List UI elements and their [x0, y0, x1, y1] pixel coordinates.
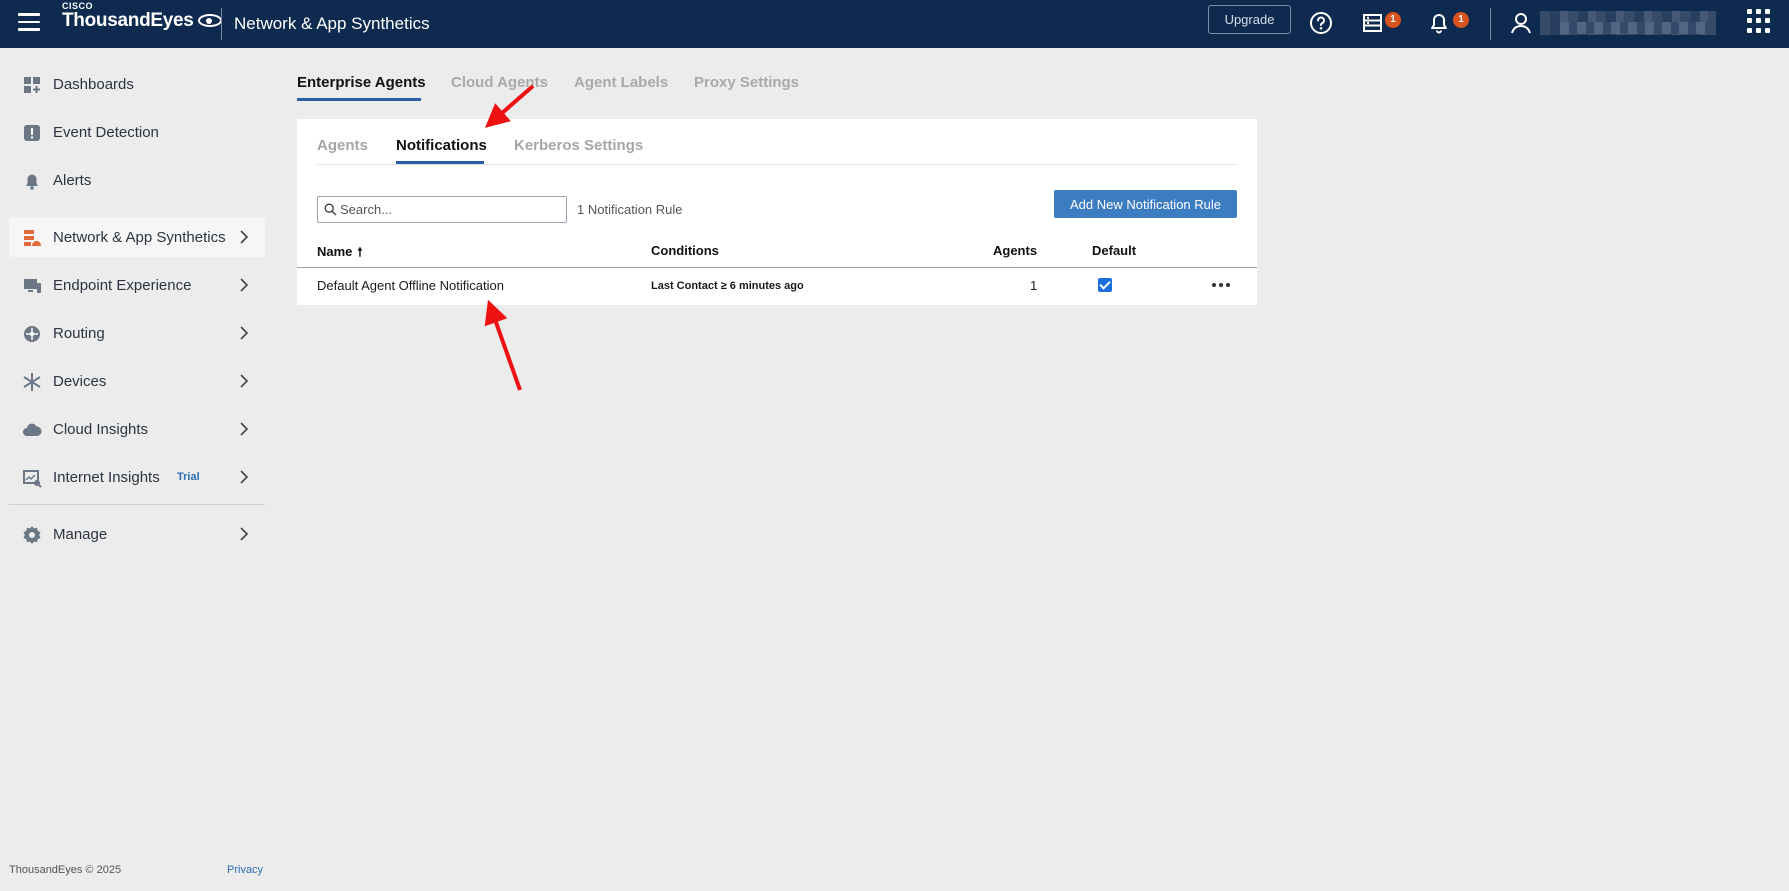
chevron-right-icon [240, 527, 249, 541]
apps-grid-icon[interactable] [1747, 9, 1771, 33]
sidebar-item-label: Endpoint Experience [53, 277, 192, 294]
help-icon[interactable] [1308, 10, 1334, 36]
column-header-name[interactable]: Name 🠕 [317, 243, 363, 264]
chevron-right-icon [240, 326, 249, 340]
more-options-icon[interactable] [1212, 283, 1232, 289]
sidebar-item-label: Devices [53, 373, 107, 390]
header-divider [221, 8, 222, 40]
logo-text: ThousandEyes [62, 10, 194, 31]
sidebar-item-event-detection[interactable]: Event Detection [9, 112, 265, 152]
eye-logo-icon [197, 14, 222, 27]
tab-agent-labels[interactable]: Agent Labels [574, 74, 668, 91]
gear-icon [23, 526, 41, 544]
notifications-panel: Agents Notifications Kerberos Settings 1… [297, 119, 1257, 305]
trial-badge: Trial [177, 471, 200, 483]
sidebar-item-internet-insights[interactable]: Internet Insights Trial [9, 457, 265, 497]
search-field[interactable] [317, 196, 567, 223]
table-header-divider [297, 267, 1257, 268]
sidebar-item-label: Event Detection [53, 124, 159, 141]
subtab-kerberos-settings[interactable]: Kerberos Settings [514, 137, 643, 154]
internet-insights-icon [23, 470, 42, 488]
chevron-right-icon [240, 422, 249, 436]
column-header-name-label: Name [317, 244, 353, 259]
column-header-agents[interactable]: Agents [993, 243, 1037, 258]
top-bar: CISCO ThousandEyes Network & App Synthet… [0, 0, 1789, 48]
sidebar-item-devices[interactable]: Devices [9, 361, 265, 401]
network-synthetics-icon [24, 230, 41, 246]
search-icon [324, 203, 337, 216]
sidebar-item-label: Manage [53, 526, 108, 543]
tab-cloud-agents[interactable]: Cloud Agents [451, 74, 548, 91]
tests-count-badge: 1 [1385, 12, 1401, 28]
sidebar-item-label: Cloud Insights [53, 421, 149, 438]
subtab-agents[interactable]: Agents [317, 137, 368, 154]
upgrade-button[interactable]: Upgrade [1208, 5, 1291, 34]
rule-count: 1 Notification Rule [577, 202, 683, 217]
routing-icon [24, 326, 40, 342]
sidebar-item-alerts[interactable]: Alerts [9, 160, 265, 200]
tab-enterprise-agents[interactable]: Enterprise Agents [297, 74, 426, 91]
sidebar-item-manage[interactable]: Manage [9, 514, 265, 554]
column-header-default[interactable]: Default [1092, 243, 1136, 258]
chevron-right-icon [240, 230, 249, 244]
row-conditions: Last Contact ≥ 6 minutes ago [651, 280, 804, 292]
user-org-redacted [1560, 22, 1710, 34]
chevron-right-icon [240, 278, 249, 292]
sidebar-divider [9, 504, 265, 505]
annotation-arrow-rule [484, 299, 522, 391]
event-detection-icon [24, 125, 40, 141]
user-icon[interactable] [1508, 10, 1534, 36]
header-divider-2 [1490, 8, 1491, 40]
search-input[interactable] [340, 199, 562, 220]
chevron-right-icon [240, 374, 249, 388]
cloud-icon [23, 423, 42, 436]
dashboards-icon [24, 77, 40, 93]
row-agents-count: 1 [1030, 278, 1038, 293]
alerts-bell-icon[interactable] [1426, 10, 1452, 36]
active-tab-indicator [297, 98, 421, 101]
alerts-count-badge: 1 [1453, 12, 1469, 28]
tab-proxy-settings[interactable]: Proxy Settings [694, 74, 799, 91]
sidebar-item-dashboards[interactable]: Dashboards [9, 64, 265, 104]
footer-copyright: ThousandEyes © 2025 [9, 864, 122, 876]
annotation-arrow-notifications [484, 84, 535, 128]
privacy-link[interactable]: Privacy [227, 864, 263, 876]
sidebar-item-network-app-synthetics[interactable]: Network & App Synthetics [9, 217, 265, 257]
default-checkbox[interactable] [1098, 278, 1112, 292]
add-notification-rule-button[interactable]: Add New Notification Rule [1054, 190, 1237, 218]
sidebar-item-label: Internet Insights [53, 469, 160, 486]
sidebar-item-cloud-insights[interactable]: Cloud Insights [9, 409, 265, 449]
subtabs-divider [317, 164, 1237, 165]
bell-icon [26, 174, 38, 190]
column-header-conditions[interactable]: Conditions [651, 243, 719, 258]
row-name[interactable]: Default Agent Offline Notification [317, 278, 504, 293]
sidebar-item-label: Routing [53, 325, 105, 342]
sidebar: Dashboards Event Detection Alerts Networ… [0, 48, 272, 891]
sidebar-item-label: Network & App Synthetics [53, 229, 226, 246]
logo[interactable]: CISCO ThousandEyes [62, 2, 222, 30]
tests-icon[interactable] [1361, 10, 1387, 36]
endpoint-icon [24, 279, 41, 293]
sidebar-item-routing[interactable]: Routing [9, 313, 265, 353]
sidebar-item-label: Alerts [53, 172, 92, 189]
sort-ascending-icon: 🠕 [357, 245, 363, 259]
devices-icon [23, 373, 41, 391]
product-title: Network & App Synthetics [234, 14, 430, 33]
chevron-right-icon [240, 470, 249, 484]
sidebar-item-label: Dashboards [53, 76, 134, 93]
sidebar-item-endpoint-experience[interactable]: Endpoint Experience [9, 265, 265, 305]
subtab-notifications[interactable]: Notifications [396, 137, 487, 154]
menu-icon[interactable] [18, 13, 40, 33]
